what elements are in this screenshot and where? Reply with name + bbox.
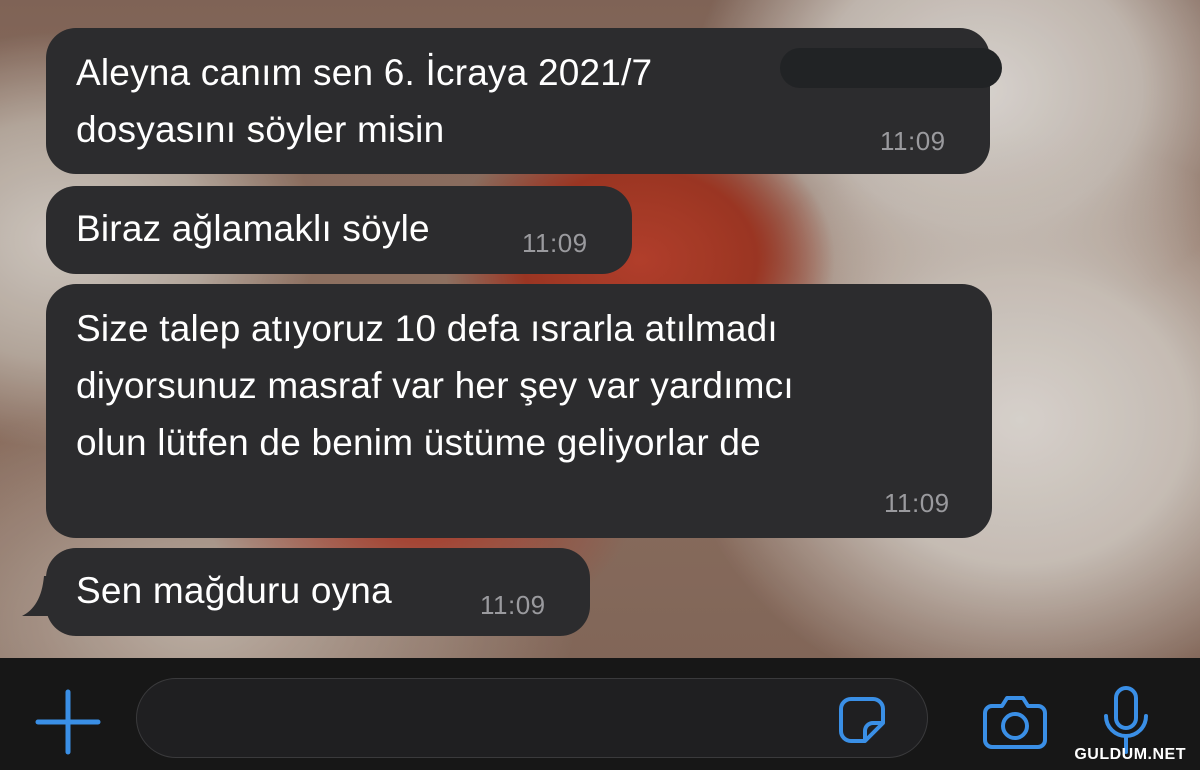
message-input-bar: GULDUM.NET	[0, 658, 1200, 770]
watermark: GULDUM.NET	[1074, 746, 1186, 763]
message-timestamp: 11:09	[480, 590, 546, 620]
sticker-icon[interactable]	[837, 695, 887, 745]
message-text: Biraz ağlamaklı söyle	[76, 208, 430, 249]
message-text: Size talep atıyoruz 10 defa ısrarla atıl…	[76, 308, 794, 463]
camera-icon[interactable]	[982, 692, 1048, 750]
message-bubble[interactable]: Sen mağduru oyna 11:09	[46, 548, 590, 636]
message-bubble[interactable]: Size talep atıyoruz 10 defa ısrarla atıl…	[46, 284, 992, 538]
message-timestamp: 11:09	[522, 228, 588, 258]
message-bubble[interactable]: Aleyna canım sen 6. İcraya 2021/7 dosyas…	[46, 28, 1002, 174]
message-timestamp: 11:09	[880, 126, 946, 156]
redaction-mask	[780, 48, 1002, 88]
message-timestamp: 11:09	[884, 488, 950, 518]
message-text: Sen mağduru oyna	[76, 570, 392, 611]
message-text: Aleyna canım sen 6. İcraya 2021/7 dosyas…	[76, 52, 653, 150]
plus-icon[interactable]	[34, 688, 102, 756]
message-bubble[interactable]: Biraz ağlamaklı söyle 11:09	[46, 186, 632, 274]
message-input[interactable]	[136, 678, 928, 758]
